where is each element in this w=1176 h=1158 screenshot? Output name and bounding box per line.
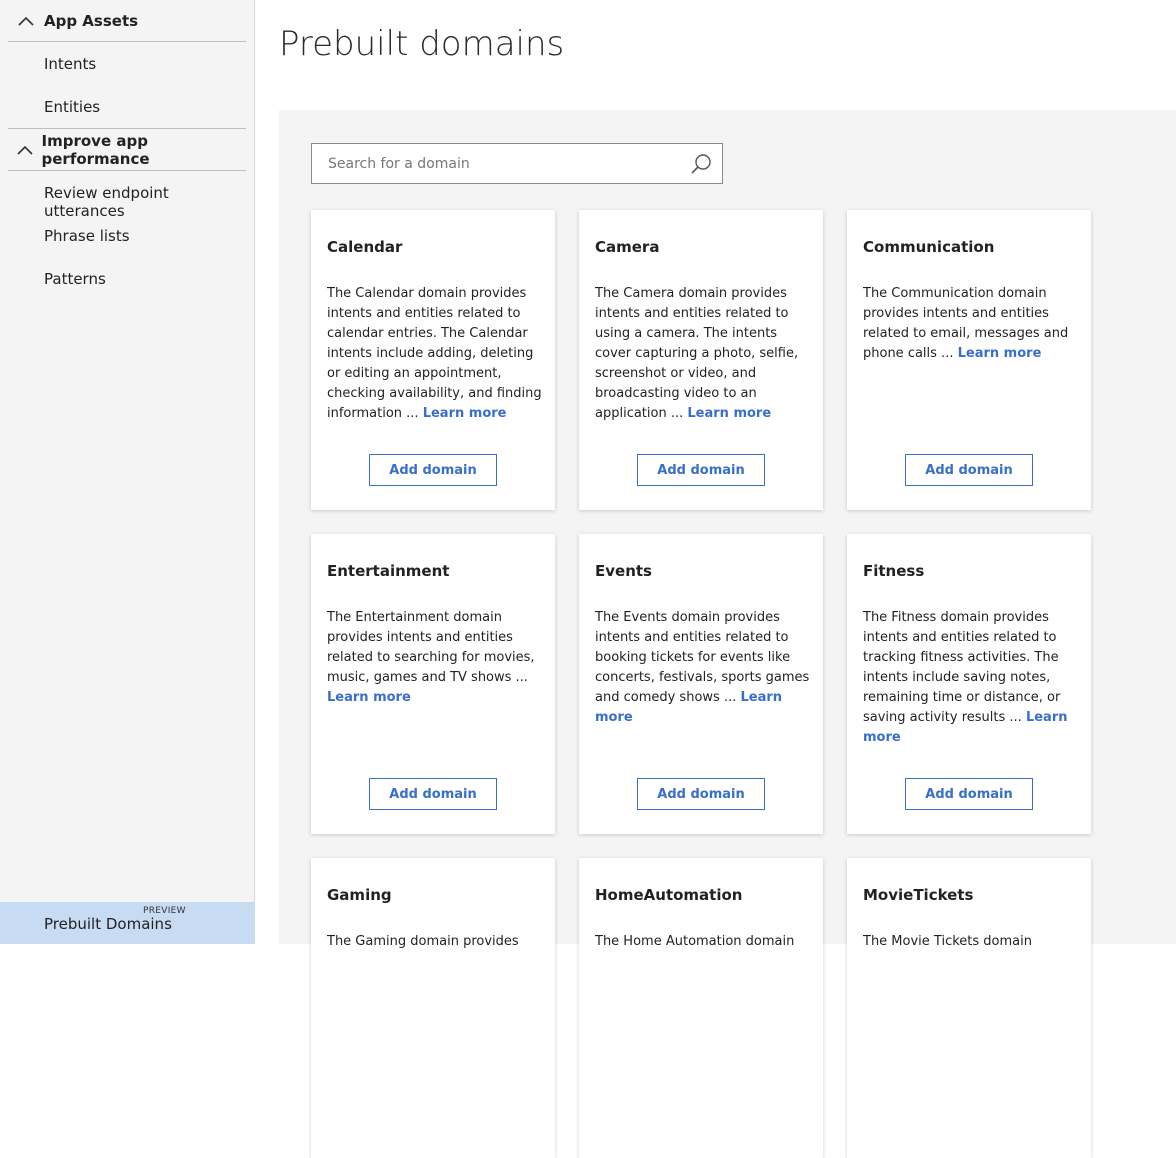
chevron-up-icon xyxy=(8,16,44,26)
domain-description: The Fitness domain provides intents and … xyxy=(863,610,1068,745)
sidebar-item-intents[interactable]: Intents xyxy=(44,55,96,77)
sidebar-item-label: Prebuilt Domains xyxy=(44,915,172,933)
search-input[interactable] xyxy=(312,144,682,183)
domain-title: Events xyxy=(595,562,652,580)
domain-card: MovieTickets The Movie Tickets domain xyxy=(847,858,1091,1158)
domain-title: HomeAutomation xyxy=(595,886,743,904)
add-domain-button[interactable]: Add domain xyxy=(369,454,497,486)
domain-card: Fitness The Fitness domain provides inte… xyxy=(847,534,1091,834)
learn-more-link[interactable]: Learn more xyxy=(687,406,771,421)
search-icon[interactable] xyxy=(690,153,712,175)
add-domain-button[interactable]: Add domain xyxy=(637,454,765,486)
domain-description: The Gaming domain provides xyxy=(327,934,519,949)
domain-title: Gaming xyxy=(327,886,392,904)
search-box xyxy=(311,143,723,184)
domain-card: Camera The Camera domain provides intent… xyxy=(579,210,823,510)
sidebar: App Assets Intents Entities Improve app … xyxy=(0,0,255,944)
learn-more-link[interactable]: Learn more xyxy=(423,406,507,421)
domain-card: Calendar The Calendar domain provides in… xyxy=(311,210,555,510)
domain-card: Entertainment The Entertainment domain p… xyxy=(311,534,555,834)
domain-title: Entertainment xyxy=(327,562,450,580)
section-app-assets-label: App Assets xyxy=(44,12,139,30)
divider xyxy=(8,170,246,171)
add-domain-button[interactable]: Add domain xyxy=(905,778,1033,810)
sidebar-item-entities[interactable]: Entities xyxy=(44,98,100,120)
domains-panel: Calendar The Calendar domain provides in… xyxy=(279,110,1176,1158)
domain-card: Events The Events domain provides intent… xyxy=(579,534,823,834)
page-title: Prebuilt domains xyxy=(279,24,565,64)
sidebar-item-review-endpoint-utterances[interactable]: Review endpoint utterances xyxy=(44,184,254,220)
section-improve-label: Improve app performance xyxy=(41,132,150,168)
domain-description: The Camera domain provides intents and e… xyxy=(595,286,799,421)
sidebar-item-phrase-lists[interactable]: Phrase lists xyxy=(44,227,130,249)
domain-card: Gaming The Gaming domain provides xyxy=(311,858,555,1158)
section-app-assets[interactable]: App Assets xyxy=(8,0,246,42)
domain-card: HomeAutomation The Home Automation domai… xyxy=(579,858,823,1158)
divider xyxy=(8,41,246,42)
domain-title: MovieTickets xyxy=(863,886,974,904)
add-domain-button[interactable]: Add domain xyxy=(637,778,765,810)
domain-title: Calendar xyxy=(327,238,403,256)
sidebar-item-prebuilt-domains[interactable]: PREVIEW Prebuilt Domains xyxy=(0,902,255,944)
domain-description: The Entertainment domain provides intent… xyxy=(327,610,535,705)
domain-title: Camera xyxy=(595,238,660,256)
domain-description: The Home Automation domain xyxy=(595,934,795,949)
learn-more-link[interactable]: Learn more xyxy=(327,690,411,705)
sidebar-item-patterns[interactable]: Patterns xyxy=(44,270,106,292)
domain-description: The Events domain provides intents and e… xyxy=(595,610,810,725)
section-improve-app-performance[interactable]: Improve app performance xyxy=(8,129,246,171)
domain-title: Communication xyxy=(863,238,995,256)
add-domain-button[interactable]: Add domain xyxy=(369,778,497,810)
learn-more-link[interactable]: Learn more xyxy=(958,346,1042,361)
domain-title: Fitness xyxy=(863,562,925,580)
domain-card: Communication The Communication domain p… xyxy=(847,210,1091,510)
domain-description: The Movie Tickets domain xyxy=(863,934,1032,949)
domain-description: The Communication domain provides intent… xyxy=(863,286,1069,361)
chevron-up-icon xyxy=(8,145,42,155)
add-domain-button[interactable]: Add domain xyxy=(905,454,1033,486)
domain-description: The Calendar domain provides intents and… xyxy=(327,286,542,421)
